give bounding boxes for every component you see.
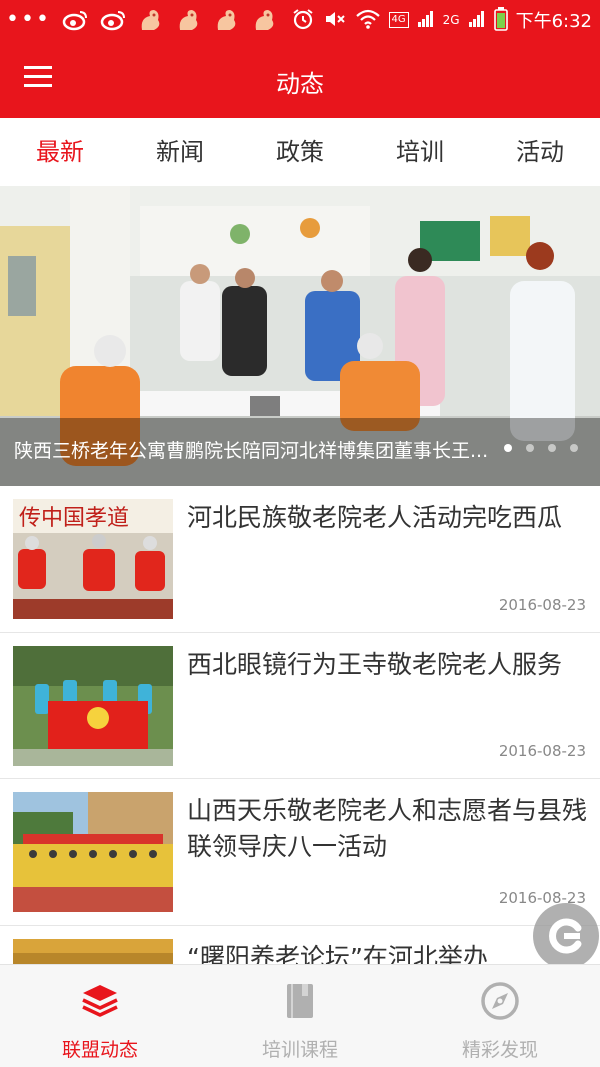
tab-activity[interactable]: 活动: [480, 118, 600, 186]
category-tabs: 最新 新闻 政策 培训 活动: [0, 118, 600, 186]
nav-item-training-courses[interactable]: 培训课程: [200, 965, 400, 1067]
carousel-dot: [570, 444, 578, 452]
signal-icon: [468, 10, 486, 31]
nav-item-alliance-news[interactable]: 联盟动态: [0, 965, 200, 1067]
news-date: 2016-08-23: [498, 595, 586, 614]
news-thumbnail: 传中国孝道: [13, 499, 173, 619]
banner-caption: 陕西三桥老年公寓曹鹏院长陪同河北祥博集团董事长王...: [14, 440, 489, 462]
weibo-icon: [99, 8, 127, 32]
carousel-indicators: [504, 444, 578, 452]
list-item[interactable]: “曙阳养老论坛”在河北举办: [0, 926, 600, 965]
notification-icons: •••: [6, 6, 279, 34]
tab-training[interactable]: 培训: [360, 118, 480, 186]
tab-policy[interactable]: 政策: [240, 118, 360, 186]
nav-item-discover[interactable]: 精彩发现: [400, 965, 600, 1067]
banner-carousel[interactable]: 陕西三桥老年公寓曹鹏院长陪同河北祥博集团董事长王...: [0, 186, 600, 486]
mute-icon: [323, 7, 347, 34]
status-bar: ••• 4G 2G 下午6:32: [0, 0, 600, 40]
list-item[interactable]: 山西天乐敬老院老人和志愿者与县残联领导庆八一活动 2016-08-23: [0, 779, 600, 926]
more-dots: •••: [6, 7, 51, 32]
news-date: 2016-08-23: [498, 742, 586, 760]
carousel-dot: [548, 444, 556, 452]
squirrel-icon: [251, 8, 279, 32]
carousel-dot: [526, 444, 534, 452]
news-thumbnail: [13, 645, 173, 766]
news-title: 山西天乐敬老院老人和志愿者与县残联领导庆八一活动: [187, 796, 588, 861]
layers-icon: [82, 985, 118, 1017]
nav-label: 精彩发现: [461, 1039, 538, 1061]
alarm-icon: [291, 7, 315, 34]
floating-action-button[interactable]: [533, 903, 599, 969]
squirrel-icon: [175, 8, 203, 32]
network-2g-badge: 2G: [442, 13, 460, 27]
news-thumbnail: [13, 792, 173, 912]
news-list: 传中国孝道 河北民族敬老院老人活动完吃西瓜 2016-08-23 西北眼镜行为王…: [0, 486, 600, 964]
clock: 下午6:32: [515, 11, 592, 32]
news-thumbnail: [13, 938, 173, 964]
page-title: 动态: [276, 70, 324, 98]
tab-latest[interactable]: 最新: [0, 118, 120, 186]
book-icon: [287, 984, 313, 1018]
news-title: 河北民族敬老院老人活动完吃西瓜: [187, 503, 563, 532]
compass-icon: [481, 982, 519, 1020]
squirrel-icon: [213, 8, 241, 32]
weibo-icon: [61, 8, 89, 32]
news-title: “曙阳养老论坛”在河北举办: [187, 942, 488, 965]
wifi-icon: [355, 8, 381, 33]
system-icons: 4G 2G 下午6:32: [291, 6, 592, 34]
news-title: 西北眼镜行为王寺敬老院老人服务: [187, 649, 563, 679]
network-4g-badge: 4G: [388, 12, 409, 28]
banner-caption-bar: 陕西三桥老年公寓曹鹏院长陪同河北祥博集团董事长王...: [0, 418, 600, 486]
app-bar: 动态: [0, 40, 600, 118]
nav-label: 培训课程: [261, 1039, 338, 1061]
bottom-navigation: 联盟动态 培训课程 精彩发现: [0, 964, 600, 1067]
list-item[interactable]: 西北眼镜行为王寺敬老院老人服务 2016-08-23: [0, 633, 600, 779]
tab-news[interactable]: 新闻: [120, 118, 240, 186]
signal-icon: [417, 10, 435, 31]
battery-icon: [493, 6, 508, 34]
thumbnail-banner-text: 传中国孝道: [19, 506, 129, 531]
carousel-dot: [504, 444, 512, 452]
squirrel-icon: [137, 8, 165, 32]
list-item[interactable]: 传中国孝道 河北民族敬老院老人活动完吃西瓜 2016-08-23: [0, 486, 600, 633]
c-logo-icon: [549, 918, 582, 954]
nav-label: 联盟动态: [61, 1039, 138, 1061]
